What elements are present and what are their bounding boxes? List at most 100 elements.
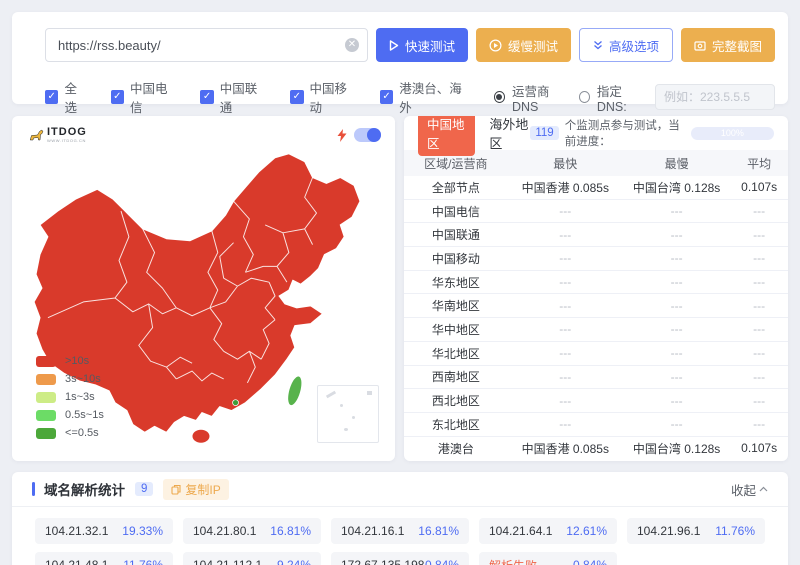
dns-entry: 104.21.96.111.76% — [627, 518, 765, 544]
legend-label: >10s — [65, 355, 89, 367]
advanced-options-label: 高级选项 — [609, 36, 659, 55]
dns-entry: 172.67.135.1980.84% — [331, 552, 469, 565]
col-average: 平均 — [730, 155, 788, 172]
legend-item: <=0.5s — [36, 427, 104, 439]
table-row: 港澳台中国香港 0.085s中国台湾 0.128s0.107s — [404, 437, 788, 461]
results-tabs: 中国地区 海外地区 119 个监测点参与测试，当前进度： 100% — [404, 116, 788, 150]
legend-swatch — [36, 356, 56, 367]
table-row: 中国移动--------- — [404, 247, 788, 271]
map-card: ITDOG WWW.ITDOG.CN >10s 3s~10s 1s~3s 0.5… — [12, 116, 395, 461]
dns-entry: 104.21.112.19.24% — [183, 552, 321, 565]
checkbox-china-unicom[interactable]: ✓ 中国联通 — [200, 78, 268, 116]
table-row: 全部节点中国香港 0.085s中国台湾 0.128s0.107s — [404, 176, 788, 200]
url-row: ✕ 快速测试 缓慢测试 高级选项 完整截图 — [45, 28, 775, 62]
checkbox-checked-icon: ✓ — [200, 90, 214, 104]
legend-item: 0.5s~1s — [36, 409, 104, 421]
table-row: 西北地区--------- — [404, 389, 788, 413]
toggle-knob — [367, 128, 381, 142]
legend-item: 3s~10s — [36, 373, 104, 385]
quick-test-button[interactable]: 快速测试 — [376, 28, 468, 62]
table-row: 华东地区--------- — [404, 271, 788, 295]
hainan-island[interactable] — [192, 429, 210, 443]
test-progress-meta: 119 个监测点参与测试，当前进度： 100% — [530, 117, 774, 149]
checkbox-checked-icon: ✓ — [45, 90, 58, 104]
dns-stats-card: 域名解析统计 9 复制IP 收起 104.21.32.119.33% 104.2… — [12, 472, 788, 565]
checkbox-label: 中国联通 — [220, 78, 268, 116]
monitor-count-badge: 119 — [530, 126, 558, 140]
col-fastest: 最快 — [508, 155, 623, 172]
checkbox-label: 全选 — [64, 78, 88, 116]
lightning-icon[interactable] — [337, 129, 347, 142]
checkbox-checked-icon: ✓ — [290, 90, 304, 104]
checkbox-checked-icon: ✓ — [111, 90, 125, 104]
legend-label: 3s~10s — [65, 373, 101, 385]
dns-entry: 104.21.16.116.81% — [331, 518, 469, 544]
checkbox-china-telecom[interactable]: ✓ 中国电信 — [111, 78, 179, 116]
legend-swatch — [36, 410, 56, 421]
dns-stats-title: 域名解析统计 — [44, 479, 125, 499]
dns-entry: 104.21.32.119.33% — [35, 518, 173, 544]
url-input[interactable] — [45, 28, 368, 62]
results-table-header: 区域/运营商 最快 最慢 平均 — [404, 150, 788, 176]
progress-label: 100% — [691, 127, 774, 140]
title-accent-bar — [32, 482, 35, 496]
radio-custom-dns[interactable] — [579, 91, 590, 103]
copy-icon — [171, 484, 181, 495]
dog-icon — [29, 129, 44, 142]
tab-overseas-region[interactable]: 海外地区 — [489, 116, 530, 152]
table-row: 中国联通--------- — [404, 223, 788, 247]
quick-test-label: 快速测试 — [405, 36, 455, 55]
checkbox-overseas[interactable]: ✓ 港澳台、海外 — [380, 78, 472, 116]
dns-entry-failed: 解析失败0.84% — [479, 552, 617, 565]
legend-item: >10s — [36, 355, 104, 367]
south-china-sea-inset — [317, 385, 379, 443]
copy-ip-button[interactable]: 复制IP — [163, 479, 228, 500]
advanced-options-button[interactable]: 高级选项 — [579, 28, 673, 62]
radio-carrier-dns[interactable] — [494, 91, 505, 103]
progress-text: 个监测点参与测试，当前进度： — [565, 117, 687, 149]
col-slowest: 最慢 — [623, 155, 731, 172]
table-row: 华南地区--------- — [404, 294, 788, 318]
checkbox-china-mobile[interactable]: ✓ 中国移动 — [290, 78, 358, 116]
carrier-dns-label: 运营商DNS — [512, 81, 572, 114]
taiwan-island[interactable] — [285, 375, 304, 406]
chevron-up-icon — [759, 486, 768, 492]
checkbox-label: 港澳台、海外 — [399, 78, 471, 116]
legend-item: 1s~3s — [36, 391, 104, 403]
map-legend: >10s 3s~10s 1s~3s 0.5s~1s <=0.5s — [36, 355, 104, 445]
collapse-label: 收起 — [731, 480, 756, 499]
legend-label: <=0.5s — [65, 427, 99, 439]
circle-play-icon — [489, 39, 502, 52]
full-screenshot-button[interactable]: 完整截图 — [681, 28, 775, 62]
double-chevron-down-icon — [593, 40, 603, 50]
results-card: 中国地区 海外地区 119 个监测点参与测试，当前进度： 100% 区域/运营商… — [404, 116, 788, 461]
legend-label: 0.5s~1s — [65, 409, 104, 421]
slow-test-button[interactable]: 缓慢测试 — [476, 28, 571, 62]
table-row: 中国电信--------- — [404, 200, 788, 224]
fast-node-marker — [233, 400, 239, 406]
table-row: 华中地区--------- — [404, 318, 788, 342]
checkbox-label: 中国电信 — [130, 78, 178, 116]
tab-china-region[interactable]: 中国地区 — [418, 116, 475, 156]
table-row: 华北地区--------- — [404, 342, 788, 366]
full-screenshot-label: 完整截图 — [712, 36, 762, 55]
play-icon — [389, 40, 399, 51]
slow-test-label: 缓慢测试 — [508, 36, 558, 55]
legend-swatch — [36, 392, 56, 403]
dns-entry: 104.21.80.116.81% — [183, 518, 321, 544]
dns-entry-list: 104.21.32.119.33% 104.21.80.116.81% 104.… — [12, 507, 788, 565]
legend-swatch — [36, 374, 56, 385]
custom-dns-input[interactable] — [655, 84, 775, 110]
checkbox-select-all[interactable]: ✓ 全选 — [45, 78, 89, 116]
legend-swatch — [36, 428, 56, 439]
checkbox-label: 中国移动 — [310, 78, 358, 116]
dns-options: 运营商DNS 指定DNS: — [494, 81, 775, 114]
table-row: 西南地区--------- — [404, 366, 788, 390]
dns-entry: 104.21.48.111.76% — [35, 552, 173, 565]
collapse-button[interactable]: 收起 — [731, 480, 768, 499]
options-row: ✓ 全选 ✓ 中国电信 ✓ 中国联通 ✓ 中国移动 ✓ 港澳台、海外 运营商DN… — [45, 78, 775, 116]
map-mode-toggle[interactable] — [354, 128, 381, 142]
logo-subtitle: WWW.ITDOG.CN — [47, 139, 87, 143]
clear-input-icon[interactable]: ✕ — [345, 38, 359, 52]
col-region: 区域/运营商 — [404, 155, 508, 172]
